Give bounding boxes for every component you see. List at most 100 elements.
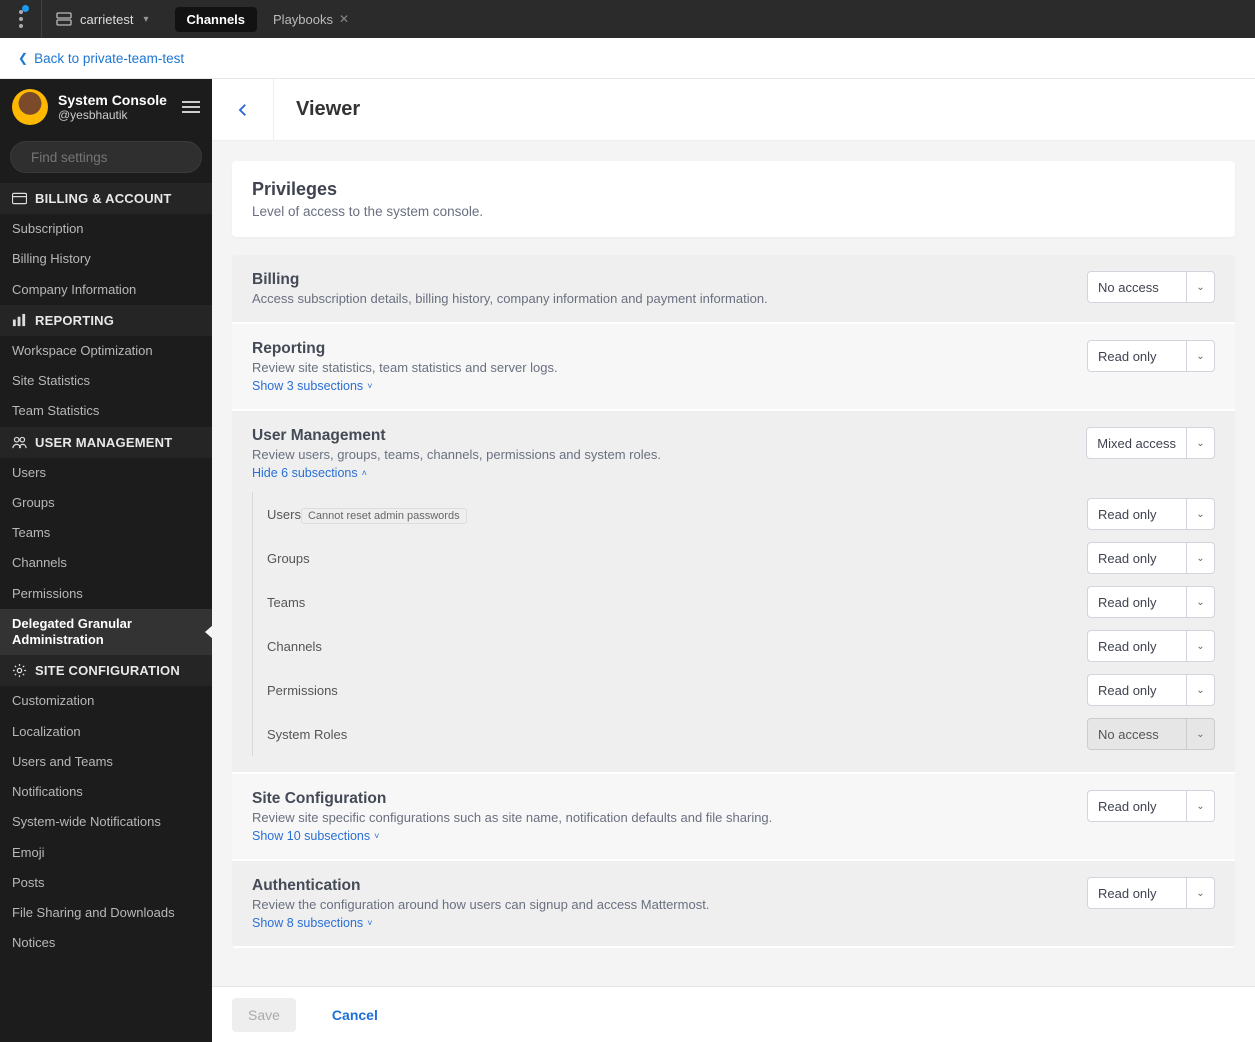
chevron-down-icon: ⌄ xyxy=(1186,587,1214,617)
access-dropdown[interactable]: Read only⌄ xyxy=(1087,674,1215,706)
sidebar-item[interactable]: Billing History xyxy=(0,244,212,274)
access-dropdown-label: No access xyxy=(1088,719,1186,749)
privileges-list: BillingAccess subscription details, bill… xyxy=(232,255,1235,948)
sidebar-category-label: USER MANAGEMENT xyxy=(35,435,172,450)
sidebar-category-label: REPORTING xyxy=(35,313,114,328)
back-link[interactable]: ❮ Back to private-team-test xyxy=(18,51,184,66)
subsections-toggle[interactable]: Hide 6 subsections ˄ xyxy=(252,466,367,480)
section-desc: Review the configuration around how user… xyxy=(252,897,1067,912)
section-title: User Management xyxy=(252,427,1066,445)
avatar[interactable] xyxy=(12,89,48,125)
subsections-toggle[interactable]: Show 3 subsections ˅ xyxy=(252,379,372,393)
sidebar-category[interactable]: REPORTING xyxy=(0,305,212,336)
subsections-toggle[interactable]: Show 8 subsections ˅ xyxy=(252,916,372,930)
subsection-row: Teams Read only⌄ xyxy=(253,580,1215,624)
sidebar-category[interactable]: BILLING & ACCOUNT xyxy=(0,183,212,214)
app-menu-button[interactable] xyxy=(0,0,42,38)
sidebar-item[interactable]: Localization xyxy=(0,717,212,747)
sidebar-item[interactable]: Posts xyxy=(0,868,212,898)
chevron-icon: ˅ xyxy=(367,381,372,391)
sidebar-category[interactable]: USER MANAGEMENT xyxy=(0,427,212,458)
access-dropdown[interactable]: Read only⌄ xyxy=(1087,498,1215,530)
back-bar: ❮ Back to private-team-test xyxy=(0,38,1255,79)
sidebar-item[interactable]: Workspace Optimization xyxy=(0,336,212,366)
subsection-name: Teams xyxy=(267,595,1067,610)
access-dropdown-label: Mixed access xyxy=(1087,428,1186,458)
page-title: Viewer xyxy=(296,98,360,121)
cancel-button[interactable]: Cancel xyxy=(316,998,394,1032)
access-dropdown[interactable]: Read only⌄ xyxy=(1087,790,1215,822)
restriction-badge: Cannot reset admin passwords xyxy=(301,508,467,524)
subsections-toggle[interactable]: Show 10 subsections ˅ xyxy=(252,829,379,843)
chevron-down-icon: ⌄ xyxy=(1186,719,1214,749)
sidebar-item[interactable]: File Sharing and Downloads xyxy=(0,898,212,928)
tab-label: Playbooks xyxy=(273,12,333,27)
chevron-icon: ˅ xyxy=(374,831,379,841)
content-scroll[interactable]: Privileges Level of access to the system… xyxy=(212,141,1255,1042)
sidebar-item[interactable]: Channels xyxy=(0,548,212,578)
section-title: Site Configuration xyxy=(252,790,1067,808)
access-dropdown[interactable]: Mixed access⌄ xyxy=(1086,427,1215,459)
access-dropdown[interactable]: Read only⌄ xyxy=(1087,340,1215,372)
chevron-down-icon: ⌄ xyxy=(1186,543,1214,573)
chevron-down-icon: ⌄ xyxy=(1186,675,1214,705)
subsection-row: Groups Read only⌄ xyxy=(253,536,1215,580)
sidebar-item[interactable]: Notices xyxy=(0,928,212,958)
save-button[interactable]: Save xyxy=(232,998,296,1032)
section-title: Authentication xyxy=(252,877,1067,895)
menu-icon[interactable] xyxy=(182,101,200,113)
sidebar-item[interactable]: System-wide Notifications xyxy=(0,807,212,837)
access-dropdown[interactable]: No access⌄ xyxy=(1087,271,1215,303)
tab-channels[interactable]: Channels xyxy=(175,7,258,32)
access-dropdown[interactable]: Read only⌄ xyxy=(1087,630,1215,662)
sidebar-item[interactable]: Teams xyxy=(0,518,212,548)
subsection-name: Groups xyxy=(267,551,1067,566)
notification-dot xyxy=(22,5,29,12)
server-icon xyxy=(56,12,72,26)
access-dropdown-label: Read only xyxy=(1088,499,1186,529)
titlebar: carrietest ▾ Channels Playbooks ✕ xyxy=(0,0,1255,38)
sidebar-item[interactable]: Notifications xyxy=(0,777,212,807)
privilege-section: BillingAccess subscription details, bill… xyxy=(232,255,1235,322)
sidebar-item[interactable]: Company Information xyxy=(0,275,212,305)
sidebar-item[interactable]: Groups xyxy=(0,488,212,518)
back-button[interactable] xyxy=(212,79,274,141)
access-dropdown[interactable]: Read only⌄ xyxy=(1087,542,1215,574)
close-icon[interactable]: ✕ xyxy=(339,12,349,26)
sidebar-header: System Console @yesbhautik xyxy=(0,79,212,135)
sidebar-item[interactable]: Customization xyxy=(0,686,212,716)
find-settings-search[interactable] xyxy=(10,141,202,173)
sidebar-item[interactable]: Subscription xyxy=(0,214,212,244)
section-desc: Review site specific configurations such… xyxy=(252,810,1067,825)
search-input[interactable] xyxy=(31,150,208,165)
sidebar-item[interactable]: Team Statistics xyxy=(0,396,212,426)
chevron-icon: ˅ xyxy=(367,918,372,928)
sidebar-category[interactable]: SITE CONFIGURATION xyxy=(0,655,212,686)
privilege-section: User ManagementReview users, groups, tea… xyxy=(232,411,1235,772)
chevron-left-icon: ❮ xyxy=(18,51,28,65)
sidebar-item[interactable]: Site Statistics xyxy=(0,366,212,396)
tab-label: Channels xyxy=(187,12,246,27)
content-area: Viewer Privileges Level of access to the… xyxy=(212,79,1255,1042)
chevron-down-icon: ⌄ xyxy=(1186,428,1214,458)
subsection-row: ChannelsRead only⌄ xyxy=(253,624,1215,668)
sidebar-category-label: SITE CONFIGURATION xyxy=(35,663,180,678)
sidebar-item[interactable]: Permissions xyxy=(0,579,212,609)
access-dropdown-label: No access xyxy=(1088,272,1186,302)
chevron-down-icon: ⌄ xyxy=(1186,631,1214,661)
access-dropdown-label: Read only xyxy=(1088,631,1186,661)
privilege-section: Authentication Review the configuration a… xyxy=(232,861,1235,946)
tab-playbooks[interactable]: Playbooks ✕ xyxy=(261,7,361,32)
sidebar-item[interactable]: Users xyxy=(0,458,212,488)
access-dropdown[interactable]: Read only⌄ xyxy=(1087,586,1215,618)
access-dropdown[interactable]: Read only⌄ xyxy=(1087,877,1215,909)
subsection-name: Permissions xyxy=(267,683,1067,698)
chevron-down-icon: ⌄ xyxy=(1186,878,1214,908)
access-dropdown[interactable]: No access⌄ xyxy=(1087,718,1215,750)
sidebar-item[interactable]: Emoji xyxy=(0,838,212,868)
top-tabs: Channels Playbooks ✕ xyxy=(175,7,362,32)
sidebar-title: System Console xyxy=(58,92,176,108)
sidebar-item[interactable]: Users and Teams xyxy=(0,747,212,777)
server-selector[interactable]: carrietest ▾ xyxy=(42,12,163,27)
sidebar-item[interactable]: Delegated Granular Administration xyxy=(0,609,212,656)
